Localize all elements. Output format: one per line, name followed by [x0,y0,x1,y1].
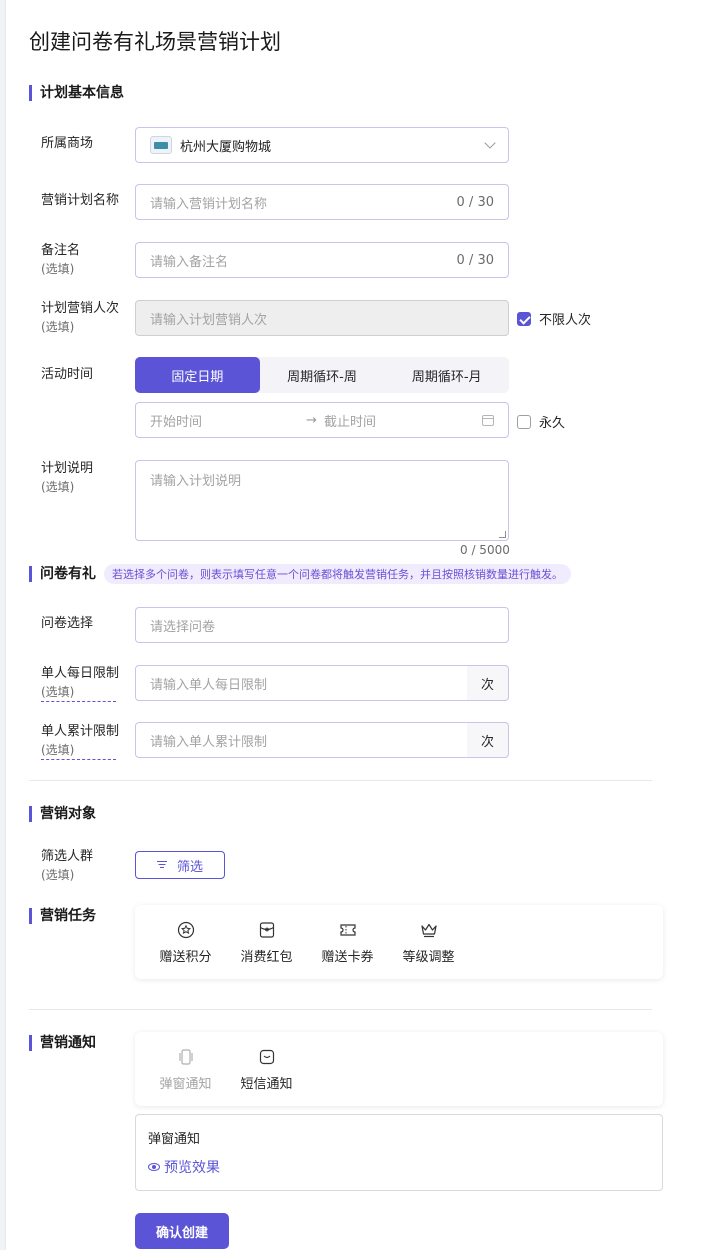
total-limit-label: 单人累计限制 (选填) [41,723,119,760]
unlimited-label: 不限人次 [539,313,592,328]
total-limit-unit: 次 [467,722,509,758]
red-packet-icon [257,920,277,940]
coupon-icon [338,920,358,940]
task-red-packet-label: 消费红包 [240,950,293,965]
daily-limit-label: 单人每日限制 (选填) [41,665,119,702]
popup-icon [176,1047,196,1067]
survey-tip: 若选择多个问卷，则表示填写任意一个问卷都将触发营销任务，并且按照核销数量进行触发… [104,564,571,584]
total-limit-placeholder: 请输入单人累计限制 [150,734,268,750]
divider [29,1009,652,1010]
remark-count: 0 / 30 [456,252,494,268]
section-title-task: 营销任务 [29,908,96,924]
task-coupon-label: 赠送卡券 [321,950,374,965]
total-limit-input[interactable]: 请输入单人累计限制 [135,722,468,758]
tab-fixed-date[interactable]: 固定日期 [135,357,260,393]
daily-limit-placeholder: 请输入单人每日限制 [150,677,268,693]
unlimited-checkbox[interactable]: 不限人次 [517,309,591,328]
crowd-filter-label: 筛选人群 (选填) [41,849,94,882]
arrow-right-icon: → [306,412,317,428]
filter-button[interactable]: 筛选 [135,851,225,879]
desc-textarea[interactable]: 请输入计划说明 [135,460,509,541]
people-input: 请输入计划营销人次 [135,300,509,336]
mall-label: 所属商场 [41,136,94,151]
notice-popup-label: 弹窗通知 [159,1077,212,1092]
page-title: 创建问卷有礼场景营销计划 [29,30,281,54]
task-red-packet[interactable]: 消费红包 [226,905,307,979]
confirm-create-button[interactable]: 确认创建 [135,1213,229,1249]
left-strip [0,0,6,1250]
preview-link[interactable]: 预览效果 [148,1157,650,1177]
chevron-down-icon [484,137,496,149]
daily-limit-input[interactable]: 请输入单人每日限制 [135,665,468,701]
plan-name-label: 营销计划名称 [41,193,120,208]
tab-monthly[interactable]: 周期循环-月 [384,357,509,393]
filter-button-label: 筛选 [176,859,203,875]
date-range-picker[interactable]: 开始时间 → 截止时间 [135,402,509,438]
desc-count: 0 / 5000 [460,543,510,557]
task-level[interactable]: 等级调整 [388,905,469,979]
points-icon [176,920,196,940]
survey-select[interactable]: 请选择问卷 [135,607,509,643]
mall-select-value: 杭州大厦购物城 [180,139,272,155]
popup-notice-panel: 弹窗通知 预览效果 [135,1114,663,1191]
section-title-notice: 营销通知 [29,1035,96,1051]
task-level-label: 等级调整 [402,950,455,965]
section-title-basic: 计划基本信息 [29,85,124,101]
people-placeholder: 请输入计划营销人次 [150,312,268,328]
plan-name-placeholder: 请输入营销计划名称 [150,196,268,212]
task-points-label: 赠送积分 [159,950,212,965]
filter-icon [156,861,167,869]
resize-handle-icon[interactable] [499,531,506,538]
forever-label: 永久 [539,416,566,431]
notice-card: 弹窗通知 短信通知 [135,1032,663,1106]
end-time-placeholder: 截止时间 [324,414,377,430]
mall-logo-icon [150,136,172,154]
mall-select[interactable]: 杭州大厦购物城 [135,127,509,163]
remark-input[interactable]: 请输入备注名 0 / 30 [135,242,509,278]
time-mode-tabs: 固定日期 周期循环-周 周期循环-月 [135,357,509,393]
eye-icon [148,1163,160,1171]
start-time-placeholder: 开始时间 [150,414,203,430]
survey-select-label: 问卷选择 [41,616,94,631]
remark-placeholder: 请输入备注名 [150,254,229,270]
tab-weekly[interactable]: 周期循环-周 [260,357,385,393]
section-title-survey: 问卷有礼 [29,566,96,582]
notice-sms[interactable]: 短信通知 [226,1032,307,1106]
remark-label: 备注名 (选填) [41,243,81,276]
desc-placeholder: 请输入计划说明 [150,474,242,489]
divider [29,780,652,781]
desc-label: 计划说明 (选填) [41,461,94,494]
sms-icon [257,1047,277,1067]
task-points[interactable]: 赠送积分 [145,905,226,979]
checkbox-checked-icon [517,311,531,326]
people-label: 计划营销人次 (选填) [41,301,120,334]
task-coupon[interactable]: 赠送卡券 [307,905,388,979]
survey-select-placeholder: 请选择问卷 [150,619,216,635]
calendar-icon [482,414,494,426]
forever-checkbox[interactable]: 永久 [517,412,565,431]
time-label: 活动时间 [41,367,94,382]
section-title-target: 营销对象 [29,806,96,822]
plan-name-input[interactable]: 请输入营销计划名称 0 / 30 [135,184,509,220]
crown-icon [419,920,439,940]
plan-name-count: 0 / 30 [456,194,494,210]
notice-popup[interactable]: 弹窗通知 [145,1032,226,1106]
task-card: 赠送积分 消费红包 赠送卡券 等级调整 [135,905,663,979]
notice-sms-label: 短信通知 [240,1077,293,1092]
checkbox-unchecked-icon [517,414,531,429]
daily-limit-unit: 次 [467,665,509,701]
popup-notice-title: 弹窗通知 [148,1132,201,1147]
preview-label: 预览效果 [164,1160,220,1176]
